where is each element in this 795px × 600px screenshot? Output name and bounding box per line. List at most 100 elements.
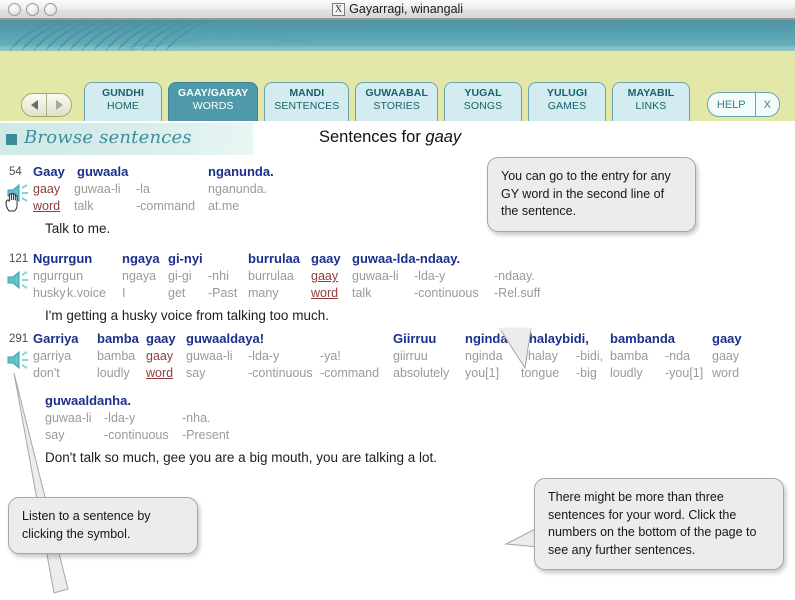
gloss-word: -Past (208, 286, 238, 300)
tab-words[interactable]: GAAY/GARAY WORDS (168, 82, 259, 121)
gloss-word: guwaaldaya! (186, 331, 265, 346)
gloss-word: say (186, 366, 206, 380)
gloss-word: loudly (610, 366, 643, 380)
word-link[interactable]: word (33, 199, 60, 213)
word-link[interactable]: gaay (146, 349, 173, 363)
tab-label-line2: WORDS (192, 100, 234, 112)
gloss-word: -nda (665, 349, 691, 363)
gloss-word: -nhi (208, 269, 229, 283)
hand-cursor-icon (5, 192, 18, 212)
gloss-word: talk (74, 199, 94, 213)
gloss-word: Ngurrgun (33, 251, 93, 266)
callout-tail-word-entry (499, 327, 532, 370)
sentence-number: 121 (9, 253, 29, 265)
help-controls: HELP X (706, 92, 780, 117)
tab-songs[interactable]: YUGAL SONGS (443, 82, 522, 121)
square-bullet-icon (6, 134, 17, 145)
tab-stories[interactable]: GUWAABAL STORIES (355, 82, 438, 121)
gloss-word: loudly (97, 366, 130, 380)
gloss-word: -bidi, (576, 349, 604, 363)
help-button[interactable]: HELP (708, 93, 755, 116)
tab-home[interactable]: GUNDHI HOME (84, 82, 162, 121)
hand-cursor-icon (4, 192, 22, 212)
content-area: Browse sentences Sentences for gaay 54 Ga… (0, 121, 795, 600)
gloss-word: -you[1] (665, 366, 704, 380)
prev-button[interactable] (22, 94, 47, 116)
word-link[interactable]: gaay (33, 182, 60, 196)
callout-tail-listen (13, 372, 69, 594)
callout-word-entry: You can go to the entry for any GY word … (487, 157, 696, 232)
gloss-word: nganunda. (208, 164, 274, 179)
gloss-word: gaay (146, 331, 176, 346)
tab-links[interactable]: MAYABIL LINKS (611, 82, 690, 121)
tab-label-line1: MAYABIL (627, 87, 675, 99)
triangle-right-icon (55, 100, 63, 110)
next-button[interactable] (46, 94, 71, 116)
tab-label-line2: SONGS (463, 100, 503, 112)
gloss-word: -continuous (414, 286, 479, 300)
gloss-word: -lda-y (248, 349, 280, 363)
gloss-word: Garriya (33, 331, 79, 346)
play-sentence-button[interactable] (6, 350, 32, 370)
gloss-word: -la (136, 182, 150, 196)
app-badge-icon: X (331, 3, 346, 16)
gloss-word: word (712, 366, 740, 380)
callout-listen: Listen to a sentence by clicking the sym… (8, 497, 198, 554)
title-bar: X Gayarragi, winangali (0, 0, 795, 19)
word-link[interactable]: word (311, 286, 338, 300)
gloss-word: -Present (182, 428, 230, 442)
tab-label-line2: HOME (107, 100, 139, 112)
gloss-word: many (248, 286, 279, 300)
sentence-number: 54 (9, 166, 22, 178)
speaker-icon (7, 350, 28, 370)
gloss-word: absolutely (393, 366, 450, 380)
gloss-word: k.voice (67, 286, 106, 300)
prev-next-controls (21, 93, 72, 117)
free-translation: Don't talk so much, gee you are a big mo… (45, 450, 438, 465)
page-title-word: gaay (425, 128, 462, 146)
gloss-word: husky (33, 286, 66, 300)
tab-games[interactable]: YULUGI GAMES (527, 82, 606, 121)
word-link[interactable]: gaay (311, 269, 338, 283)
gloss-word: -lda-y (414, 269, 446, 283)
browse-sentences-label: Browse sentences (24, 127, 192, 148)
play-sentence-button[interactable] (6, 270, 32, 290)
gloss-word: guwaa-lda-ndaay. (352, 251, 461, 266)
main-tabs: GUNDHI HOME GAAY/GARAY WORDS MANDI SENTENCES G… (84, 82, 690, 121)
gloss-word: -ya! (320, 349, 341, 363)
application-window: X Gayarragi, winangali GUNDHI HOME GAAY/… (0, 0, 795, 600)
gloss-word: -continuous (104, 428, 169, 442)
gloss-word: guwaala (77, 164, 129, 179)
gloss-word: giirruu (393, 349, 428, 363)
word-link[interactable]: word (146, 366, 173, 380)
gloss-word: -command (320, 366, 380, 380)
gloss-word: I (122, 286, 126, 300)
gloss-word: ngurrgun (33, 269, 84, 283)
tab-label-line1: MANDI (289, 87, 325, 99)
gloss-word: -Rel.suff (494, 286, 541, 300)
tab-label-line1: GAAY/GARAY (178, 87, 249, 99)
site-banner (0, 20, 795, 51)
gloss-word: burrulaa (248, 269, 294, 283)
gloss-word: gaay (712, 349, 740, 363)
speaker-icon (7, 270, 28, 290)
free-translation: I'm getting a husky voice from talking t… (45, 308, 329, 323)
tab-sentences[interactable]: MANDI SENTENCES (264, 82, 350, 121)
frond-graphic-icon (0, 20, 795, 51)
gloss-word: bambanda (610, 331, 676, 346)
tab-label-line1: YULUGI (546, 87, 588, 99)
gloss-word: guwaa-li (352, 269, 399, 283)
gloss-word: Giirruu (393, 331, 437, 346)
browse-sentences-header: Browse sentences (0, 123, 253, 155)
gloss-word: ngaya (122, 269, 157, 283)
tab-label-line2: STORIES (373, 100, 420, 112)
gloss-word: at.me (208, 199, 240, 213)
page-title: Sentences for gaay (319, 128, 461, 147)
triangle-left-icon (30, 100, 38, 110)
close-help-button[interactable]: X (754, 93, 779, 116)
page-title-prefix: Sentences for (319, 128, 426, 146)
gloss-word: talk (352, 286, 372, 300)
gloss-word: bamba (610, 349, 649, 363)
window-title-text: Gayarragi, winangali (349, 2, 464, 16)
tab-label-line2: SENTENCES (274, 100, 340, 112)
